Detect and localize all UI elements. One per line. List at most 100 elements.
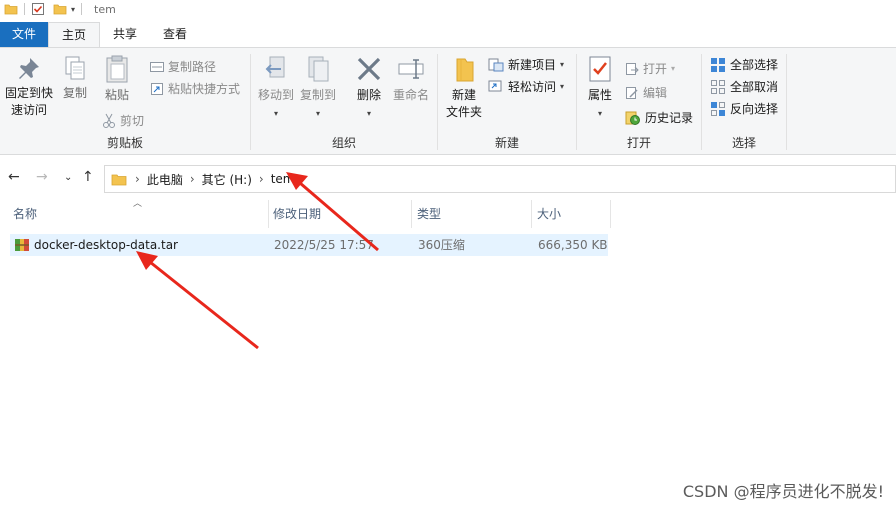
watermark: CSDN @程序员进化不脱发! [682, 482, 884, 501]
delete-label: 删除 [356, 88, 381, 102]
dropdown-arrow-icon: ▾ [315, 109, 320, 118]
select-all-button[interactable]: 全部选择 [710, 56, 778, 73]
cut-button[interactable]: 剪切 [102, 112, 144, 129]
clipboard-group: 固定到快 速访问 复制 粘贴 复制路径 粘贴快捷方式 剪切 剪贴板 [0, 48, 250, 154]
breadcrumb-this-pc[interactable]: 此电脑 [147, 171, 183, 188]
divider [268, 200, 269, 228]
organize-group: 移动到 ▾ 复制到 ▾ 删除 ▾ 重命名 组织 [251, 48, 437, 154]
tab-file[interactable]: 文件 [0, 22, 48, 47]
file-type: 360压缩 [418, 238, 465, 252]
chevron-right-icon[interactable]: › [135, 172, 140, 186]
title-bar: ▾ tem [0, 0, 896, 18]
copy-to-label: 复制到 [299, 88, 336, 102]
paste-button[interactable]: 粘贴 [98, 54, 136, 104]
invert-selection-label: 反向选择 [730, 102, 779, 116]
window-title: tem [94, 2, 116, 16]
open-group-label: 打开 [626, 136, 651, 150]
new-folder-icon [456, 58, 474, 82]
paste-icon [106, 55, 128, 83]
pin-label-line1: 固定到快 [4, 86, 53, 100]
pin-icon [19, 58, 39, 79]
breadcrumb-drive-h[interactable]: 其它 (H:) [202, 171, 252, 188]
folder-icon[interactable] [4, 2, 18, 16]
rename-label: 重命名 [392, 88, 429, 102]
copy-path-label: 复制路径 [168, 60, 217, 74]
table-row[interactable]: docker-desktop-data.tar 2022/5/25 17:57 … [10, 234, 608, 256]
file-name: docker-desktop-data.tar [34, 238, 178, 252]
delete-button[interactable]: 删除 ▾ [351, 54, 387, 122]
rename-icon [398, 59, 424, 79]
tab-view[interactable]: 查看 [150, 22, 200, 47]
copy-path-button[interactable]: 复制路径 [150, 58, 216, 75]
dropdown-arrow-icon: ▾ [671, 64, 676, 73]
tab-share[interactable]: 共享 [100, 22, 150, 47]
new-folder-label-line1: 新建 [451, 88, 476, 102]
copy-button[interactable]: 复制 [58, 54, 92, 102]
folder-icon [111, 174, 127, 186]
open-label: 打开 [643, 62, 668, 76]
properties-button[interactable]: 属性 ▾ [583, 54, 617, 122]
up-arrow-icon[interactable]: ↑ [82, 169, 94, 185]
select-none-icon [711, 79, 725, 94]
pin-to-quick-access-button[interactable]: 固定到快 速访问 [2, 54, 56, 119]
easy-access-label: 轻松访问 [508, 80, 557, 94]
copy-label: 复制 [62, 86, 87, 100]
easy-access-button[interactable]: 轻松访问 ▾ [488, 78, 564, 95]
properties-icon [589, 56, 611, 82]
rename-button[interactable]: 重命名 [391, 54, 431, 104]
divider [610, 200, 611, 228]
properties-label: 属性 [587, 88, 612, 102]
select-none-label: 全部取消 [730, 80, 779, 94]
new-folder-label-line2: 文件夹 [445, 105, 482, 119]
column-header-size[interactable]: 大小 [534, 200, 610, 228]
tab-home[interactable]: 主页 [48, 22, 101, 47]
navigation-bar: ← → ⌄ ↑ › 此电脑 › 其它 (H:) › tem [0, 163, 896, 193]
move-to-label: 移动到 [257, 88, 294, 102]
chevron-right-icon[interactable]: › [190, 172, 195, 186]
copy-icon [65, 56, 85, 80]
divider [531, 200, 532, 228]
column-header-name[interactable]: 名称 [10, 200, 268, 228]
invert-selection-button[interactable]: 反向选择 [710, 100, 778, 117]
new-folder-button[interactable]: 新建 文件夹 [442, 54, 486, 121]
copy-to-button[interactable]: 复制到 ▾ [299, 54, 337, 122]
paste-label: 粘贴 [104, 88, 129, 102]
chevron-right-icon[interactable]: › [259, 172, 264, 186]
history-button[interactable]: 历史记录 [625, 109, 693, 126]
properties-check-icon[interactable] [31, 2, 45, 16]
dropdown-arrow-icon: ▾ [560, 60, 565, 69]
move-to-icon [265, 56, 285, 78]
forward-arrow-icon[interactable]: → [36, 169, 48, 185]
open-button[interactable]: 打开 ▾ [625, 60, 675, 77]
column-header-type[interactable]: 类型 [414, 200, 530, 228]
move-to-button[interactable]: 移动到 ▾ [257, 54, 295, 122]
edit-button[interactable]: 编辑 [625, 84, 667, 101]
paste-shortcut-label: 粘贴快捷方式 [168, 82, 241, 96]
column-header-modified[interactable]: 修改日期 [270, 200, 410, 228]
delete-x-icon [357, 57, 381, 81]
divider [411, 200, 412, 228]
ribbon-tabs: 文件 主页 共享 查看 [0, 22, 896, 47]
annotation-arrow-to-file [136, 251, 259, 350]
paste-shortcut-icon [151, 82, 163, 95]
select-group: 全部选择 全部取消 反向选择 选择 [702, 48, 786, 154]
history-icon [625, 111, 640, 125]
new-item-button[interactable]: 新建项目 ▾ [488, 56, 564, 73]
recent-locations-chevron-icon[interactable]: ⌄ [64, 172, 72, 183]
dropdown-arrow-icon: ▾ [560, 82, 565, 91]
address-bar[interactable]: › 此电脑 › 其它 (H:) › tem [104, 165, 896, 193]
divider [786, 54, 787, 150]
edit-icon [626, 86, 638, 99]
open-icon [626, 62, 639, 75]
new-folder-icon[interactable] [53, 2, 67, 16]
dropdown-arrow-icon: ▾ [366, 109, 371, 118]
file-modified: 2022/5/25 17:57 [274, 238, 374, 252]
customize-dropdown-icon[interactable]: ▾ [71, 5, 75, 14]
scissors-icon [103, 113, 115, 128]
select-none-button[interactable]: 全部取消 [710, 78, 778, 95]
paste-shortcut-button[interactable]: 粘贴快捷方式 [150, 80, 240, 97]
easy-access-icon [488, 80, 502, 91]
new-item-icon [488, 58, 504, 71]
breadcrumb-tem[interactable]: tem [271, 172, 295, 186]
back-arrow-icon[interactable]: ← [8, 169, 20, 185]
